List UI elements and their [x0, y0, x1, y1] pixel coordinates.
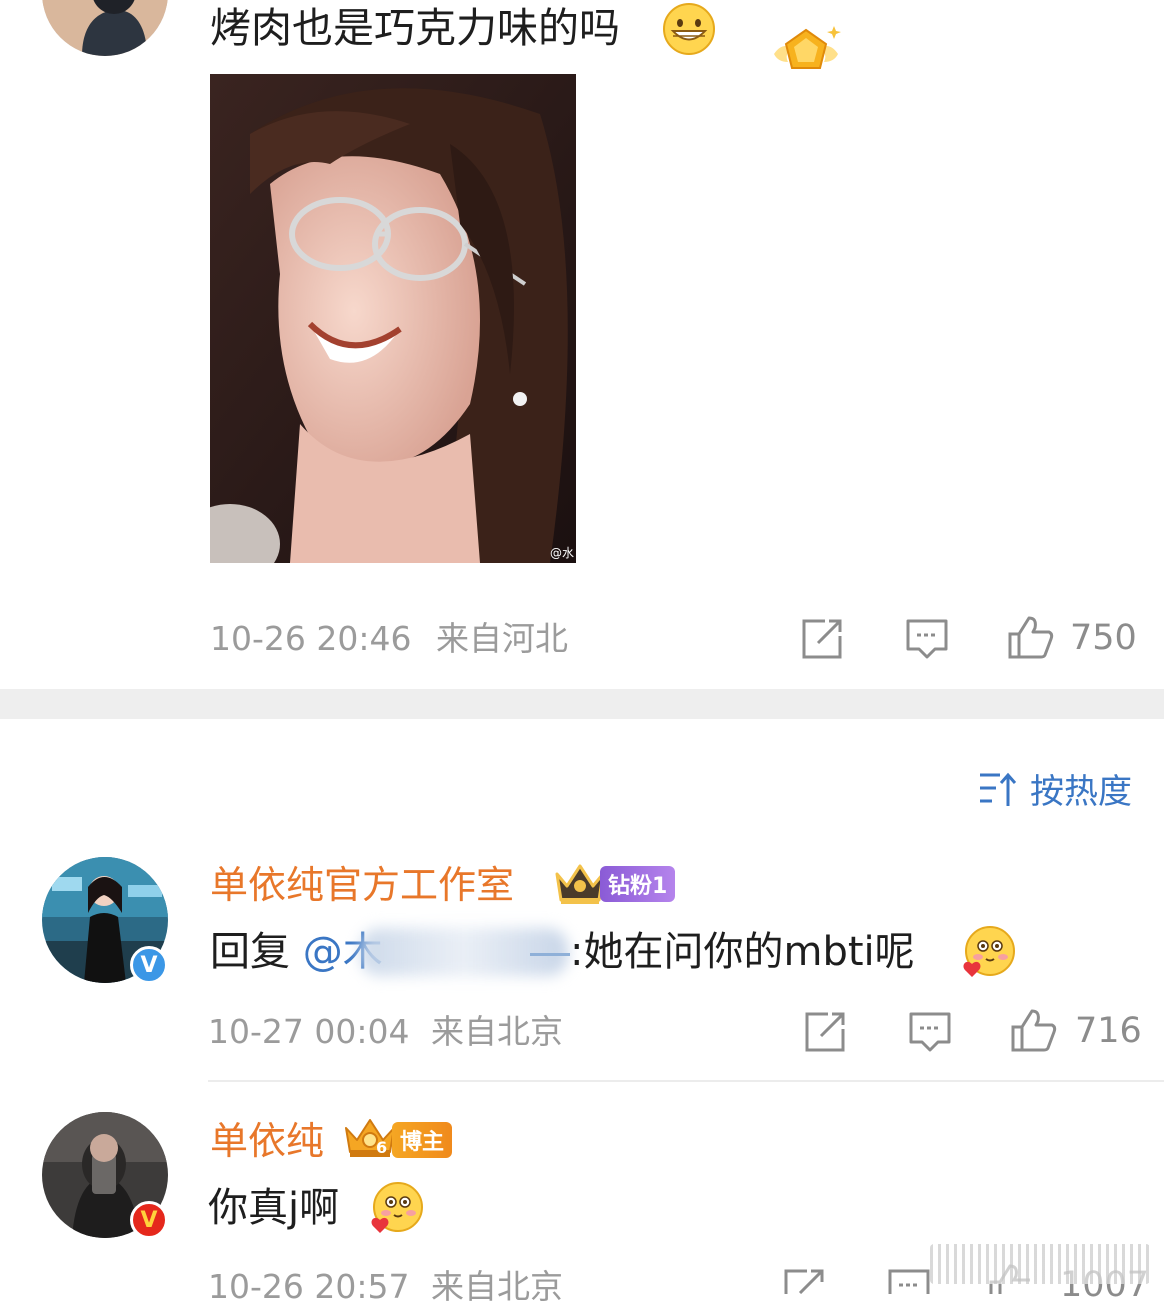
- blogger-badge: 博主: [392, 1122, 453, 1158]
- sort-label: 按热度: [1030, 772, 1132, 812]
- reply-body: :她在问你的mbti呢: [570, 929, 915, 975]
- watermark: [930, 1244, 1150, 1284]
- comment-icon[interactable]: [905, 618, 949, 660]
- crown-icon: 6: [342, 1116, 398, 1160]
- comment-location: 来自河北: [436, 619, 568, 658]
- comment-time: 10-26 20:46: [210, 619, 412, 658]
- crown-icon: [553, 862, 607, 906]
- shy-emoji: [960, 924, 1016, 980]
- blur-dash: [530, 953, 570, 956]
- level-number: 6: [376, 1138, 388, 1157]
- verified-icon: V: [130, 946, 168, 984]
- sort-icon: [978, 770, 1018, 808]
- comment-text: 烤肉也是巧克力味的吗: [210, 4, 620, 52]
- reply-prefix: 回复: [210, 929, 290, 975]
- blurred-username: [360, 928, 568, 976]
- comment-location: 来自北京: [431, 1267, 563, 1306]
- shy-emoji: [368, 1180, 424, 1236]
- fan-badge: 钻粉1: [600, 866, 676, 902]
- share-icon[interactable]: [801, 618, 843, 660]
- like-icon[interactable]: [1010, 1007, 1058, 1053]
- sort-button[interactable]: 按热度: [978, 764, 1132, 813]
- comment-icon[interactable]: [887, 1268, 931, 1294]
- comment-time: 10-27 00:04: [208, 1012, 410, 1051]
- section-divider: [0, 689, 1164, 719]
- like-count: 716: [1075, 1011, 1142, 1051]
- share-icon[interactable]: [804, 1011, 846, 1053]
- reply-body: 你真j啊: [208, 1185, 340, 1231]
- comment-image[interactable]: @水: [210, 74, 576, 563]
- comment-location: 来自北京: [431, 1012, 563, 1051]
- comment-icon[interactable]: [908, 1011, 952, 1053]
- username[interactable]: 单依纯: [210, 1122, 324, 1160]
- like-count: 750: [1070, 618, 1137, 658]
- blogger-badge-label: 博主: [400, 1130, 445, 1155]
- comment-time: 10-26 20:57: [208, 1267, 410, 1306]
- verified-icon: V: [130, 1201, 168, 1239]
- image-watermark: @水: [550, 546, 575, 560]
- divider: [208, 1080, 1164, 1082]
- like-icon[interactable]: [1007, 614, 1055, 660]
- fan-badge-label: 钻粉1: [608, 874, 668, 899]
- grin-emoji: [662, 2, 716, 56]
- medal-icon: [768, 20, 844, 84]
- reply-text: 回复 @木: [210, 932, 383, 972]
- avatar[interactable]: [42, 0, 168, 56]
- username[interactable]: 单依纯官方工作室: [210, 866, 514, 904]
- share-icon[interactable]: [783, 1268, 825, 1294]
